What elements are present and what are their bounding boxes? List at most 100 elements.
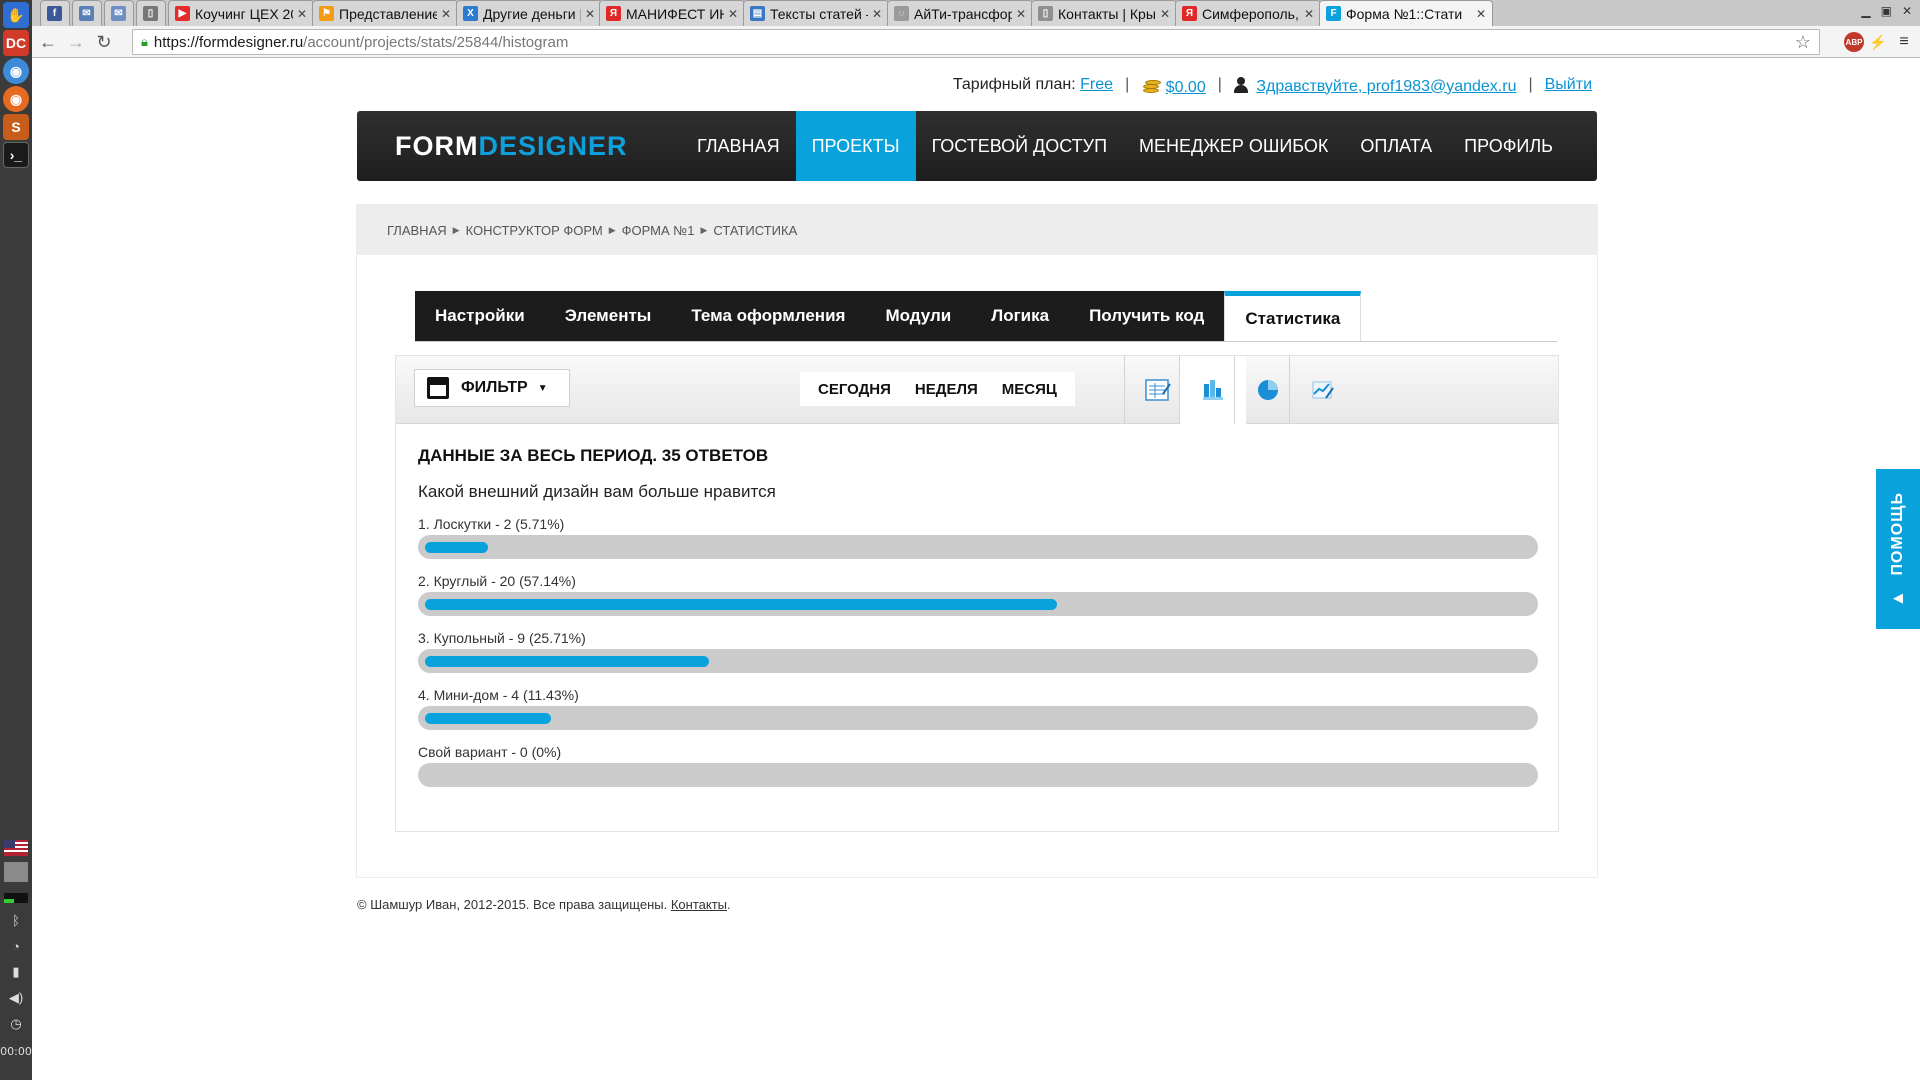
site-logo[interactable]: FORM DESIGNER bbox=[357, 111, 681, 181]
page-icon: ▯ bbox=[1038, 6, 1053, 21]
breadcrumb-arrow-icon: ▶ bbox=[700, 224, 708, 235]
close-tab-icon[interactable]: ✕ bbox=[441, 7, 451, 21]
lock-icon: 🔒︎ bbox=[141, 34, 148, 49]
project-tab[interactable]: Модули bbox=[865, 291, 972, 341]
formdesigner-icon: F bbox=[1326, 6, 1341, 21]
firefox-icon[interactable]: ◉ bbox=[3, 86, 29, 112]
stats-panel: ФИЛЬТР ▼ СЕГОДНЯ НЕДЕЛЯ МЕСЯЦ ДАННЫЕ ЗА … bbox=[395, 355, 1559, 832]
project-tab[interactable]: Тема оформления bbox=[671, 291, 866, 341]
close-window-icon[interactable]: ✕ bbox=[1902, 4, 1912, 18]
period-button[interactable]: СЕГОДНЯ bbox=[806, 381, 903, 398]
balance-link[interactable]: $0.00 bbox=[1166, 79, 1206, 96]
project-tab[interactable]: Настройки bbox=[415, 291, 545, 341]
back-icon[interactable]: ← bbox=[36, 30, 60, 54]
tab-title: Коучинг ЦЕХ 2015 bbox=[195, 5, 293, 22]
answer-bar-fill bbox=[425, 713, 551, 724]
browser-tab[interactable]: ▯ bbox=[136, 0, 166, 26]
close-tab-icon[interactable]: ✕ bbox=[728, 7, 738, 21]
answer-bar-track bbox=[418, 592, 1538, 616]
period-button[interactable]: МЕСЯЦ bbox=[990, 381, 1069, 398]
close-tab-icon[interactable]: ✕ bbox=[872, 7, 882, 21]
tab-title: Симферополь, пр bbox=[1202, 5, 1300, 22]
nav-item[interactable]: ГОСТЕВОЙ ДОСТУП bbox=[916, 111, 1123, 181]
tabs-divider bbox=[415, 341, 1557, 342]
adblock-icon[interactable]: ABP bbox=[1844, 32, 1864, 52]
filter-bar: ФИЛЬТР ▼ СЕГОДНЯ НЕДЕЛЯ МЕСЯЦ bbox=[396, 356, 1558, 424]
close-tab-icon[interactable]: ✕ bbox=[1016, 7, 1026, 21]
close-tab-icon[interactable]: ✕ bbox=[1304, 7, 1314, 21]
answer-item: Свой вариант - 0 (0%) bbox=[418, 744, 1538, 787]
close-tab-icon[interactable]: ✕ bbox=[585, 7, 595, 21]
project-tab[interactable]: Статистика bbox=[1224, 291, 1362, 341]
close-tab-icon[interactable]: ✕ bbox=[1160, 7, 1170, 21]
browser-tab[interactable]: X Другие деньги | с ✕ bbox=[456, 0, 602, 26]
filter-label: ФИЛЬТР bbox=[461, 379, 528, 396]
address-bar[interactable]: 🔒︎ https://formdesigner.ru /account/proj… bbox=[132, 29, 1820, 55]
filter-button[interactable]: ФИЛЬТР ▼ bbox=[414, 369, 570, 407]
nav-item[interactable]: ПРОФИЛЬ bbox=[1448, 111, 1569, 181]
browser-tab[interactable]: F Форма №1::Стати ✕ bbox=[1319, 0, 1493, 26]
help-tab[interactable]: ПОМОЩЬ ◀ bbox=[1876, 469, 1920, 629]
nav-item[interactable]: МЕНЕДЖЕР ОШИБОК bbox=[1123, 111, 1344, 181]
breadcrumb-item[interactable]: ФОРМА №1 bbox=[622, 223, 695, 238]
reload-icon[interactable]: ↻ bbox=[92, 30, 116, 54]
browser-tab[interactable]: ✉ bbox=[104, 0, 134, 26]
battery-icon[interactable]: ▮ bbox=[4, 962, 28, 982]
project-tab[interactable]: Элементы bbox=[544, 291, 672, 341]
bluetooth-icon[interactable]: ᛒ bbox=[4, 910, 28, 930]
menu-icon[interactable]: ≡ bbox=[1894, 32, 1914, 52]
answer-bar-track bbox=[418, 535, 1538, 559]
plan-link[interactable]: Free bbox=[1080, 76, 1113, 93]
help-label: ПОМОЩЬ bbox=[1889, 492, 1906, 576]
youtube-icon: ▶ bbox=[175, 6, 190, 21]
browser-tab[interactable]: ✉ bbox=[72, 0, 102, 26]
minimize-icon[interactable]: ▁ bbox=[1861, 4, 1870, 18]
line-view-icon[interactable] bbox=[1289, 356, 1356, 424]
extension-icon[interactable]: ⚡ bbox=[1868, 32, 1888, 52]
browser-tab[interactable]: f bbox=[40, 0, 70, 26]
account-bar: Тарифный план: Free | $0.00 | Здравствуй… bbox=[32, 59, 1592, 111]
loading-icon: ◌ bbox=[894, 6, 909, 21]
browser-tab[interactable]: ▤ Тексты статей - Са ✕ bbox=[743, 0, 889, 26]
browser-tab[interactable]: Я Симферополь, пр ✕ bbox=[1175, 0, 1321, 26]
keyboard-layout-icon[interactable] bbox=[4, 838, 28, 858]
project-tab[interactable]: Получить код bbox=[1069, 291, 1225, 341]
tab-title: Другие деньги | с bbox=[483, 5, 581, 22]
browser-tab[interactable]: ⚑ Представление о ✕ bbox=[312, 0, 458, 26]
close-tab-icon[interactable]: ✕ bbox=[1476, 7, 1486, 21]
wifi-icon[interactable]: ◔ bbox=[4, 936, 28, 956]
workspace-icon[interactable] bbox=[4, 862, 28, 882]
chromium-icon[interactable]: ◉ bbox=[3, 58, 29, 84]
breadcrumb: ГЛАВНАЯ ▶ КОНСТРУКТОР ФОРМ ▶ ФОРМА №1 ▶ СТАТИС… bbox=[357, 205, 1597, 255]
breadcrumb-item[interactable]: ГЛАВНАЯ bbox=[387, 223, 447, 238]
volume-icon[interactable]: ◀) bbox=[4, 988, 28, 1008]
breadcrumb-item[interactable]: КОНСТРУКТОР ФОРМ bbox=[466, 223, 603, 238]
nav-item[interactable]: ПРОЕКТЫ bbox=[795, 111, 916, 181]
logout-link[interactable]: Выйти bbox=[1545, 76, 1592, 94]
close-tab-icon[interactable]: ✕ bbox=[297, 7, 307, 21]
tab-title: Тексты статей - Са bbox=[770, 5, 868, 22]
period-button[interactable]: НЕДЕЛЯ bbox=[903, 381, 990, 398]
separator: | bbox=[1217, 76, 1222, 93]
browser-tab[interactable]: Я МАНИФЕСТ ИНФ ✕ bbox=[599, 0, 745, 26]
restore-icon[interactable]: ▣ bbox=[1881, 4, 1892, 18]
user-icon bbox=[1233, 76, 1248, 93]
answer-item: 1. Лоскутки - 2 (5.71%) bbox=[418, 516, 1538, 559]
nav-item[interactable]: ОПЛАТА bbox=[1344, 111, 1448, 181]
tab-title: АйТи-трансформ bbox=[914, 5, 1012, 22]
project-tab[interactable]: Логика bbox=[971, 291, 1070, 341]
bookmark-star-icon[interactable]: ☆ bbox=[1795, 32, 1811, 53]
doc-icon: ▯ bbox=[143, 6, 158, 21]
app-menu-icon[interactable]: ✋ bbox=[3, 2, 29, 28]
browser-tab[interactable]: ◌ АйТи-трансформ ✕ bbox=[887, 0, 1033, 26]
forward-icon[interactable]: → bbox=[64, 30, 88, 54]
footer-dot: . bbox=[727, 897, 731, 912]
browser-tab[interactable]: ▯ Контакты | Крым ✕ bbox=[1031, 0, 1177, 26]
dc-app-icon[interactable]: DC bbox=[3, 30, 29, 56]
terminal-icon[interactable]: ›_ bbox=[3, 142, 29, 168]
browser-tab[interactable]: ▶ Коучинг ЦЕХ 2015 ✕ bbox=[168, 0, 314, 26]
sublime-icon[interactable]: S bbox=[3, 114, 29, 140]
contacts-link[interactable]: Контакты bbox=[671, 897, 727, 912]
nav-item[interactable]: ГЛАВНАЯ bbox=[681, 111, 796, 181]
profile-link[interactable]: Здравствуйте, prof1983@yandex.ru bbox=[1256, 78, 1516, 95]
